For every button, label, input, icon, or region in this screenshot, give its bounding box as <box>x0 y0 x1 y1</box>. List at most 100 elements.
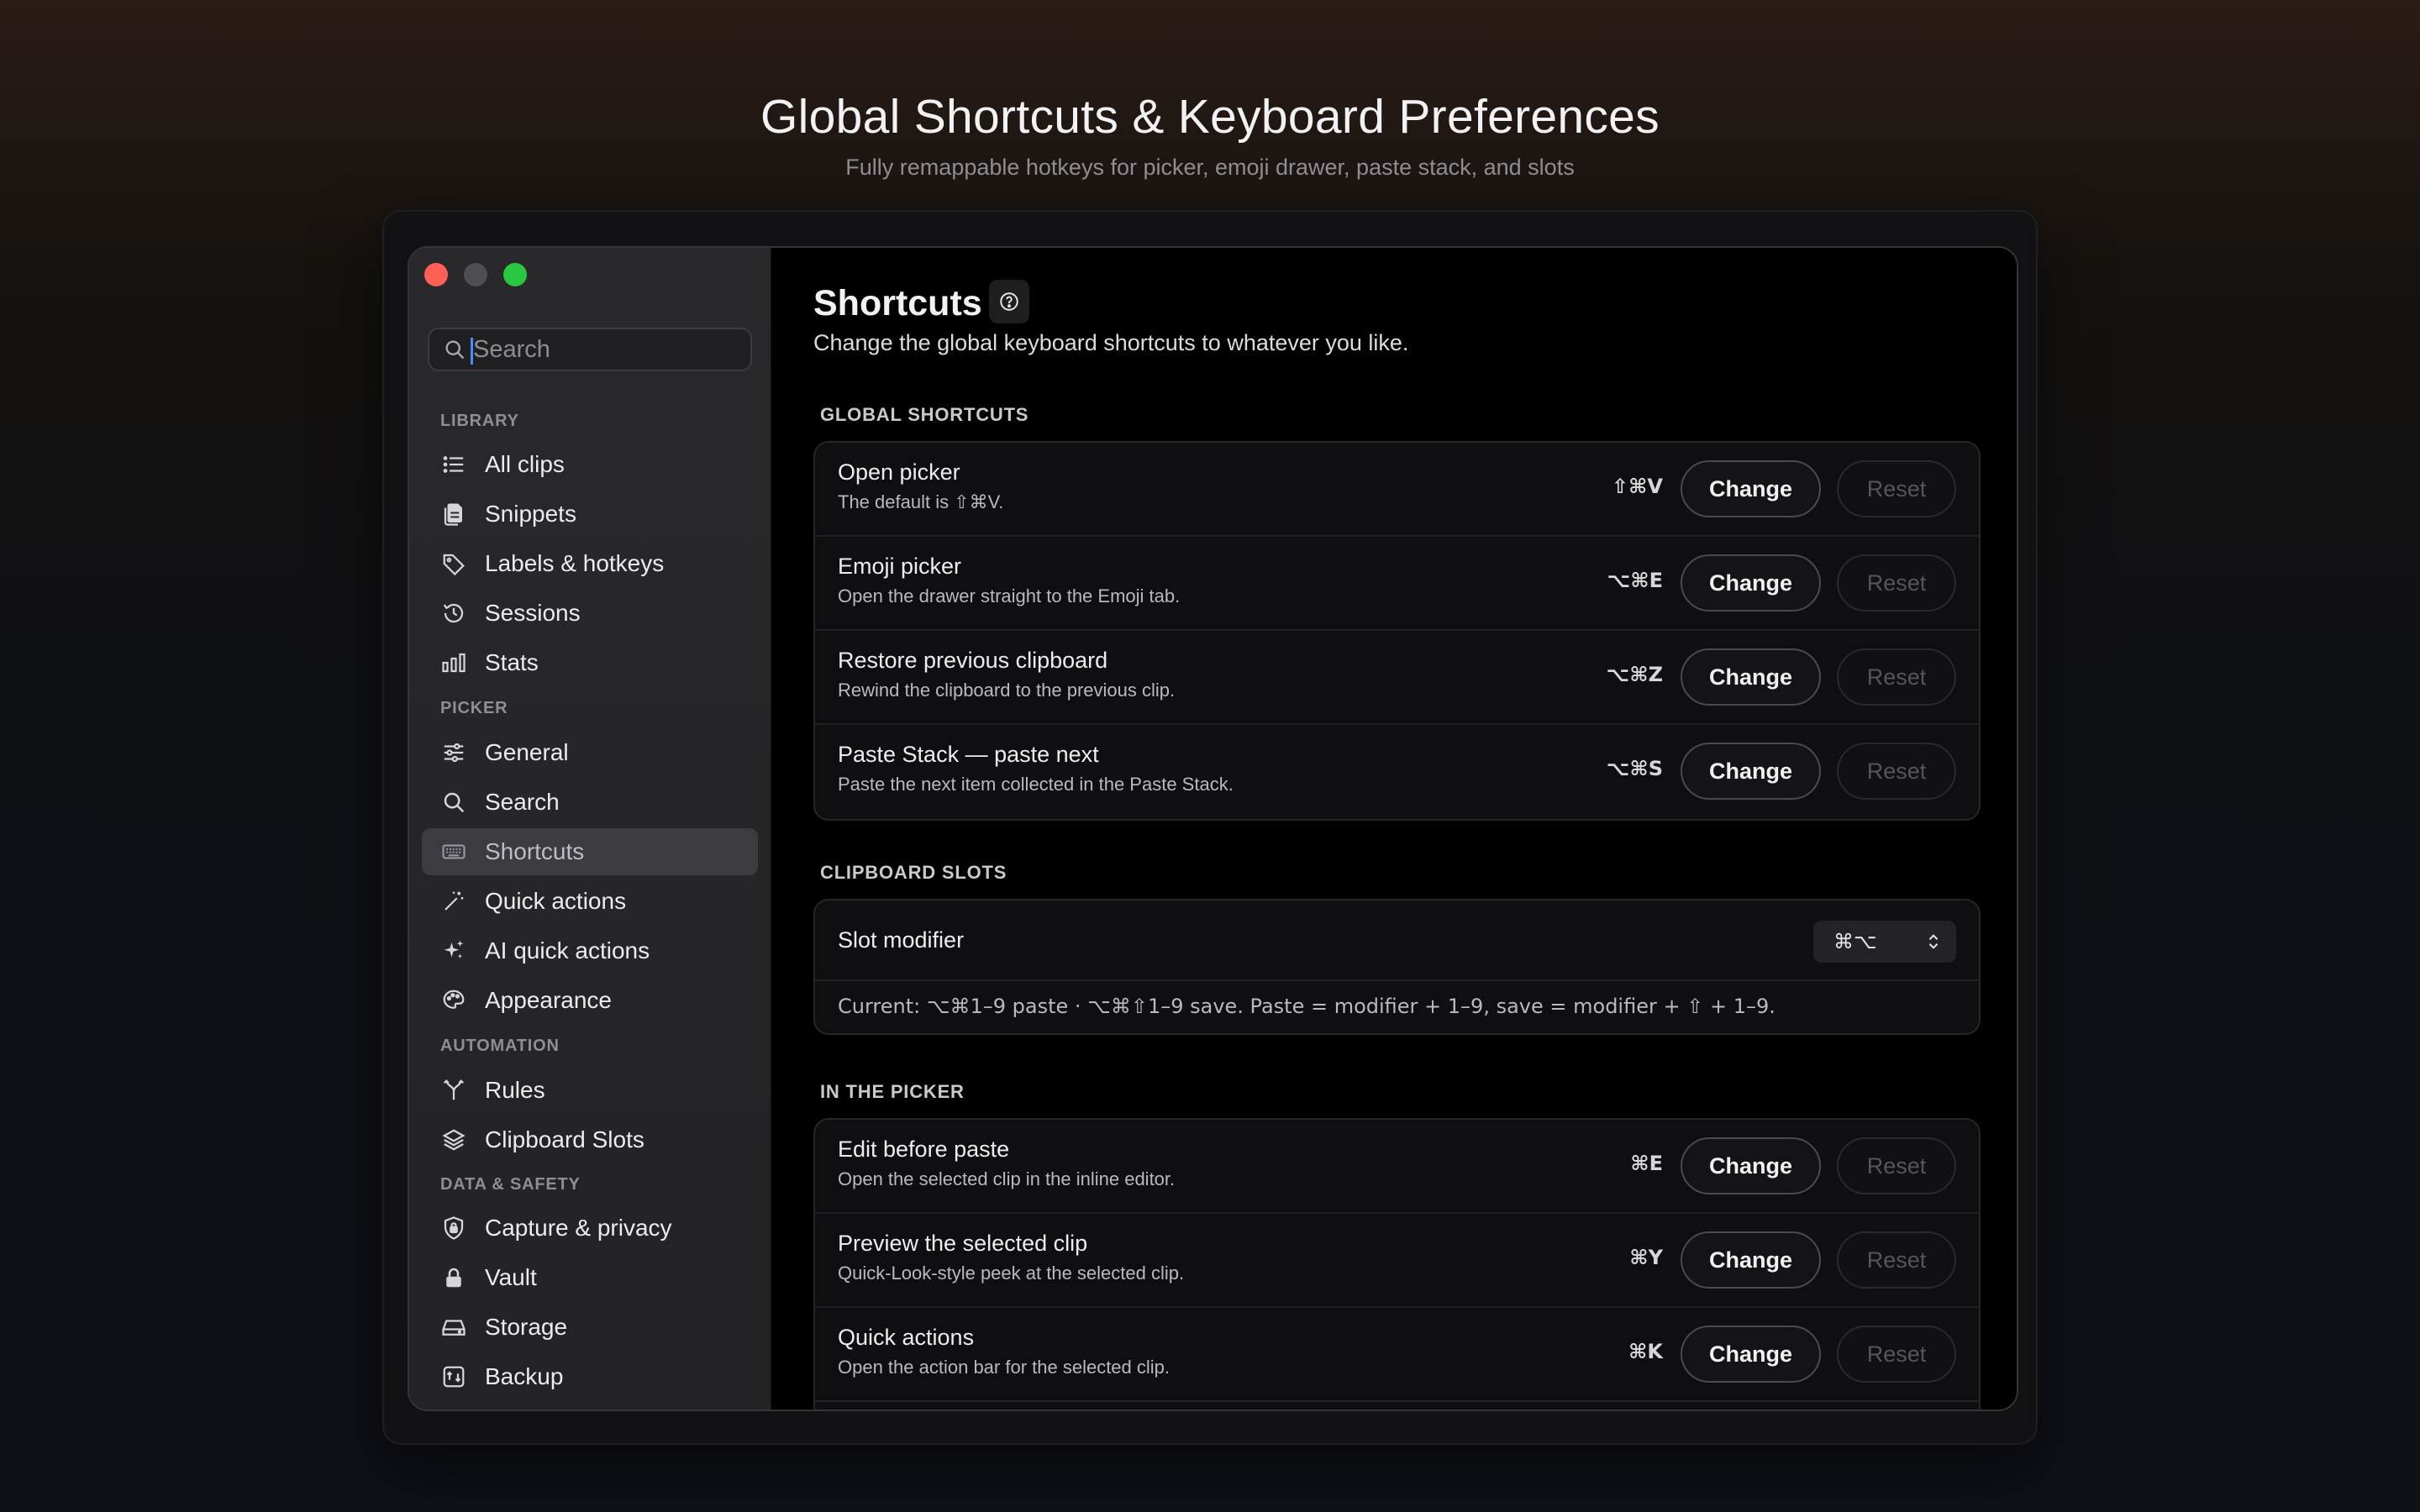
page-title: Shortcuts <box>813 283 982 323</box>
reset-button[interactable]: Reset <box>1837 743 1956 800</box>
change-button[interactable]: Change <box>1681 743 1821 800</box>
sidebar-item-label: Clipboard Slots <box>485 1126 644 1152</box>
sidebar-search[interactable] <box>428 328 752 371</box>
section-label-library: LIBRARY <box>440 412 519 430</box>
hero-subtitle: Fully remappable hotkeys for picker, emo… <box>845 155 1575 180</box>
shortcut-keys: ⇧⌘V <box>1612 475 1663 498</box>
chevron-up-down-icon <box>1928 934 1939 949</box>
sidebar-item-appearance[interactable]: Appearance <box>422 977 758 1024</box>
page-description: Change the global keyboard shortcuts to … <box>813 330 1409 355</box>
branch-icon <box>440 1077 467 1104</box>
sidebar-item-label: Stats <box>485 649 539 675</box>
shortcut-description: Paste the next item collected in the Pas… <box>838 774 1234 795</box>
shortcut-keys: ⌥⌘E <box>1607 569 1663 592</box>
shortcut-keys: ⌘E <box>1630 1152 1663 1175</box>
sidebar-item-capture-privacy[interactable]: Capture & privacy <box>422 1205 758 1252</box>
sidebar-item-label: All clips <box>485 451 565 477</box>
hero-title: Global Shortcuts & Keyboard Preferences <box>760 90 1660 144</box>
maximize-window-button[interactable] <box>503 263 527 286</box>
shortcut-description: Open the drawer straight to the Emoji ta… <box>838 585 1181 606</box>
shortcut-description: Open the selected clip in the inline edi… <box>838 1168 1176 1189</box>
sidebar-item-search[interactable]: Search <box>422 779 758 826</box>
sidebar-item-label: Capture & privacy <box>485 1215 672 1241</box>
sidebar-item-label: Storage <box>485 1314 568 1340</box>
keyboard-icon <box>440 838 467 865</box>
sidebar-item-clipboard-slots[interactable]: Clipboard Slots <box>422 1116 758 1163</box>
shortcut-description: Quick-Look-style peek at the selected cl… <box>838 1263 1185 1284</box>
traffic-lights <box>424 263 527 286</box>
layers-icon <box>440 1126 467 1153</box>
change-button[interactable]: Change <box>1681 1231 1821 1289</box>
minimize-window-button[interactable] <box>464 263 487 286</box>
sidebar-item-vault[interactable]: Vault <box>422 1254 758 1301</box>
slot-current-text: Current: ⌥⌘1–9 paste · ⌥⌘⇧1–9 save. Past… <box>838 995 1776 1018</box>
list-icon <box>440 451 467 478</box>
sidebar-item-label: Labels & hotkeys <box>485 550 665 576</box>
bar-chart-icon <box>440 649 467 676</box>
sidebar-item-rules[interactable]: Rules <box>422 1067 758 1114</box>
global-shortcuts-card: Open picker The default is ⇧⌘V. ⇧⌘V Chan… <box>813 441 1981 821</box>
shortcut-title: Quick actions <box>838 1325 975 1350</box>
sidebar-item-ai-quick-actions[interactable]: AI quick actions <box>422 927 758 974</box>
sidebar-search-input[interactable] <box>473 335 742 364</box>
reset-button[interactable]: Reset <box>1837 1231 1956 1289</box>
shortcut-description: The default is ⇧⌘V. <box>838 491 1004 512</box>
slot-modifier-select[interactable]: ⌘⌥ <box>1813 921 1956 963</box>
sidebar: LIBRARY All clips Snippets Labels & hotk… <box>409 248 771 1410</box>
reset-button[interactable]: Reset <box>1837 460 1956 517</box>
help-button[interactable] <box>989 280 1029 323</box>
shield-lock-icon <box>440 1215 467 1242</box>
sidebar-item-sessions[interactable]: Sessions <box>422 590 758 637</box>
sidebar-item-stats[interactable]: Stats <box>422 639 758 686</box>
shortcut-keys: ⌘K <box>1628 1340 1663 1363</box>
change-button[interactable]: Change <box>1681 648 1821 706</box>
documents-icon <box>440 501 467 528</box>
close-window-button[interactable] <box>424 263 448 286</box>
reset-button[interactable]: Reset <box>1837 648 1956 706</box>
sidebar-item-labels-hotkeys[interactable]: Labels & hotkeys <box>422 540 758 587</box>
change-button[interactable]: Change <box>1681 460 1821 517</box>
reset-button[interactable]: Reset <box>1837 1326 1956 1383</box>
shortcut-keys: ⌥⌘S <box>1606 757 1663 780</box>
sidebar-item-all-clips[interactable]: All clips <box>422 441 758 488</box>
sidebar-item-quick-actions[interactable]: Quick actions <box>422 878 758 925</box>
text-caret <box>471 338 473 365</box>
reset-button[interactable]: Reset <box>1837 554 1956 612</box>
hard-drive-icon <box>440 1314 467 1341</box>
sidebar-item-backup[interactable]: Backup <box>422 1353 758 1400</box>
picker-shortcuts-card: Edit before paste Open the selected clip… <box>813 1118 1981 1410</box>
group-label-global: GLOBAL SHORTCUTS <box>820 404 1029 425</box>
group-label-picker: IN THE PICKER <box>820 1081 965 1102</box>
sidebar-item-label: Appearance <box>485 987 613 1013</box>
sidebar-item-shortcuts[interactable]: Shortcuts <box>422 828 758 875</box>
group-label-slots: CLIPBOARD SLOTS <box>820 862 1007 883</box>
sidebar-item-label: Rules <box>485 1077 545 1103</box>
shortcut-description: Rewind the clipboard to the previous cli… <box>838 680 1176 701</box>
sidebar-item-label: Backup <box>485 1363 564 1389</box>
change-button[interactable]: Change <box>1681 554 1821 612</box>
sidebar-item-label: AI quick actions <box>485 937 650 963</box>
sidebar-item-label: Quick actions <box>485 888 627 914</box>
section-label-automation: AUTOMATION <box>440 1037 560 1055</box>
sidebar-item-general[interactable]: General <box>422 729 758 776</box>
question-circle-icon <box>1000 292 1018 311</box>
palette-icon <box>440 987 467 1014</box>
shortcut-row-restore-clipboard: Restore previous clipboard Rewind the cl… <box>815 631 1979 725</box>
sidebar-item-label: Snippets <box>485 501 576 527</box>
sidebar-item-storage[interactable]: Storage <box>422 1304 758 1351</box>
change-button[interactable]: Change <box>1681 1137 1821 1194</box>
change-button[interactable]: Change <box>1681 1326 1821 1383</box>
lock-icon <box>440 1264 467 1291</box>
clipboard-slots-card: Slot modifier ⌘⌥ Current: ⌥⌘1–9 paste · … <box>813 899 1981 1035</box>
shortcuts-pane: Shortcuts Change the global keyboard sho… <box>772 248 2017 1410</box>
shortcut-row-paste-stack: Paste Stack — paste next Paste the next … <box>815 725 1979 819</box>
slot-current-info: Current: ⌥⌘1–9 paste · ⌥⌘⇧1–9 save. Past… <box>815 981 1979 1033</box>
shortcut-title: Paste Stack — paste next <box>838 742 1099 767</box>
sidebar-item-label: Search <box>485 789 560 815</box>
magic-wand-icon <box>440 888 467 915</box>
shortcut-row-edit-before-paste: Edit before paste Open the selected clip… <box>815 1120 1979 1214</box>
sidebar-item-snippets[interactable]: Snippets <box>422 491 758 538</box>
reset-button[interactable]: Reset <box>1837 1137 1956 1194</box>
section-label-data-safety: DATA & SAFETY <box>440 1175 581 1194</box>
history-icon <box>440 600 467 627</box>
